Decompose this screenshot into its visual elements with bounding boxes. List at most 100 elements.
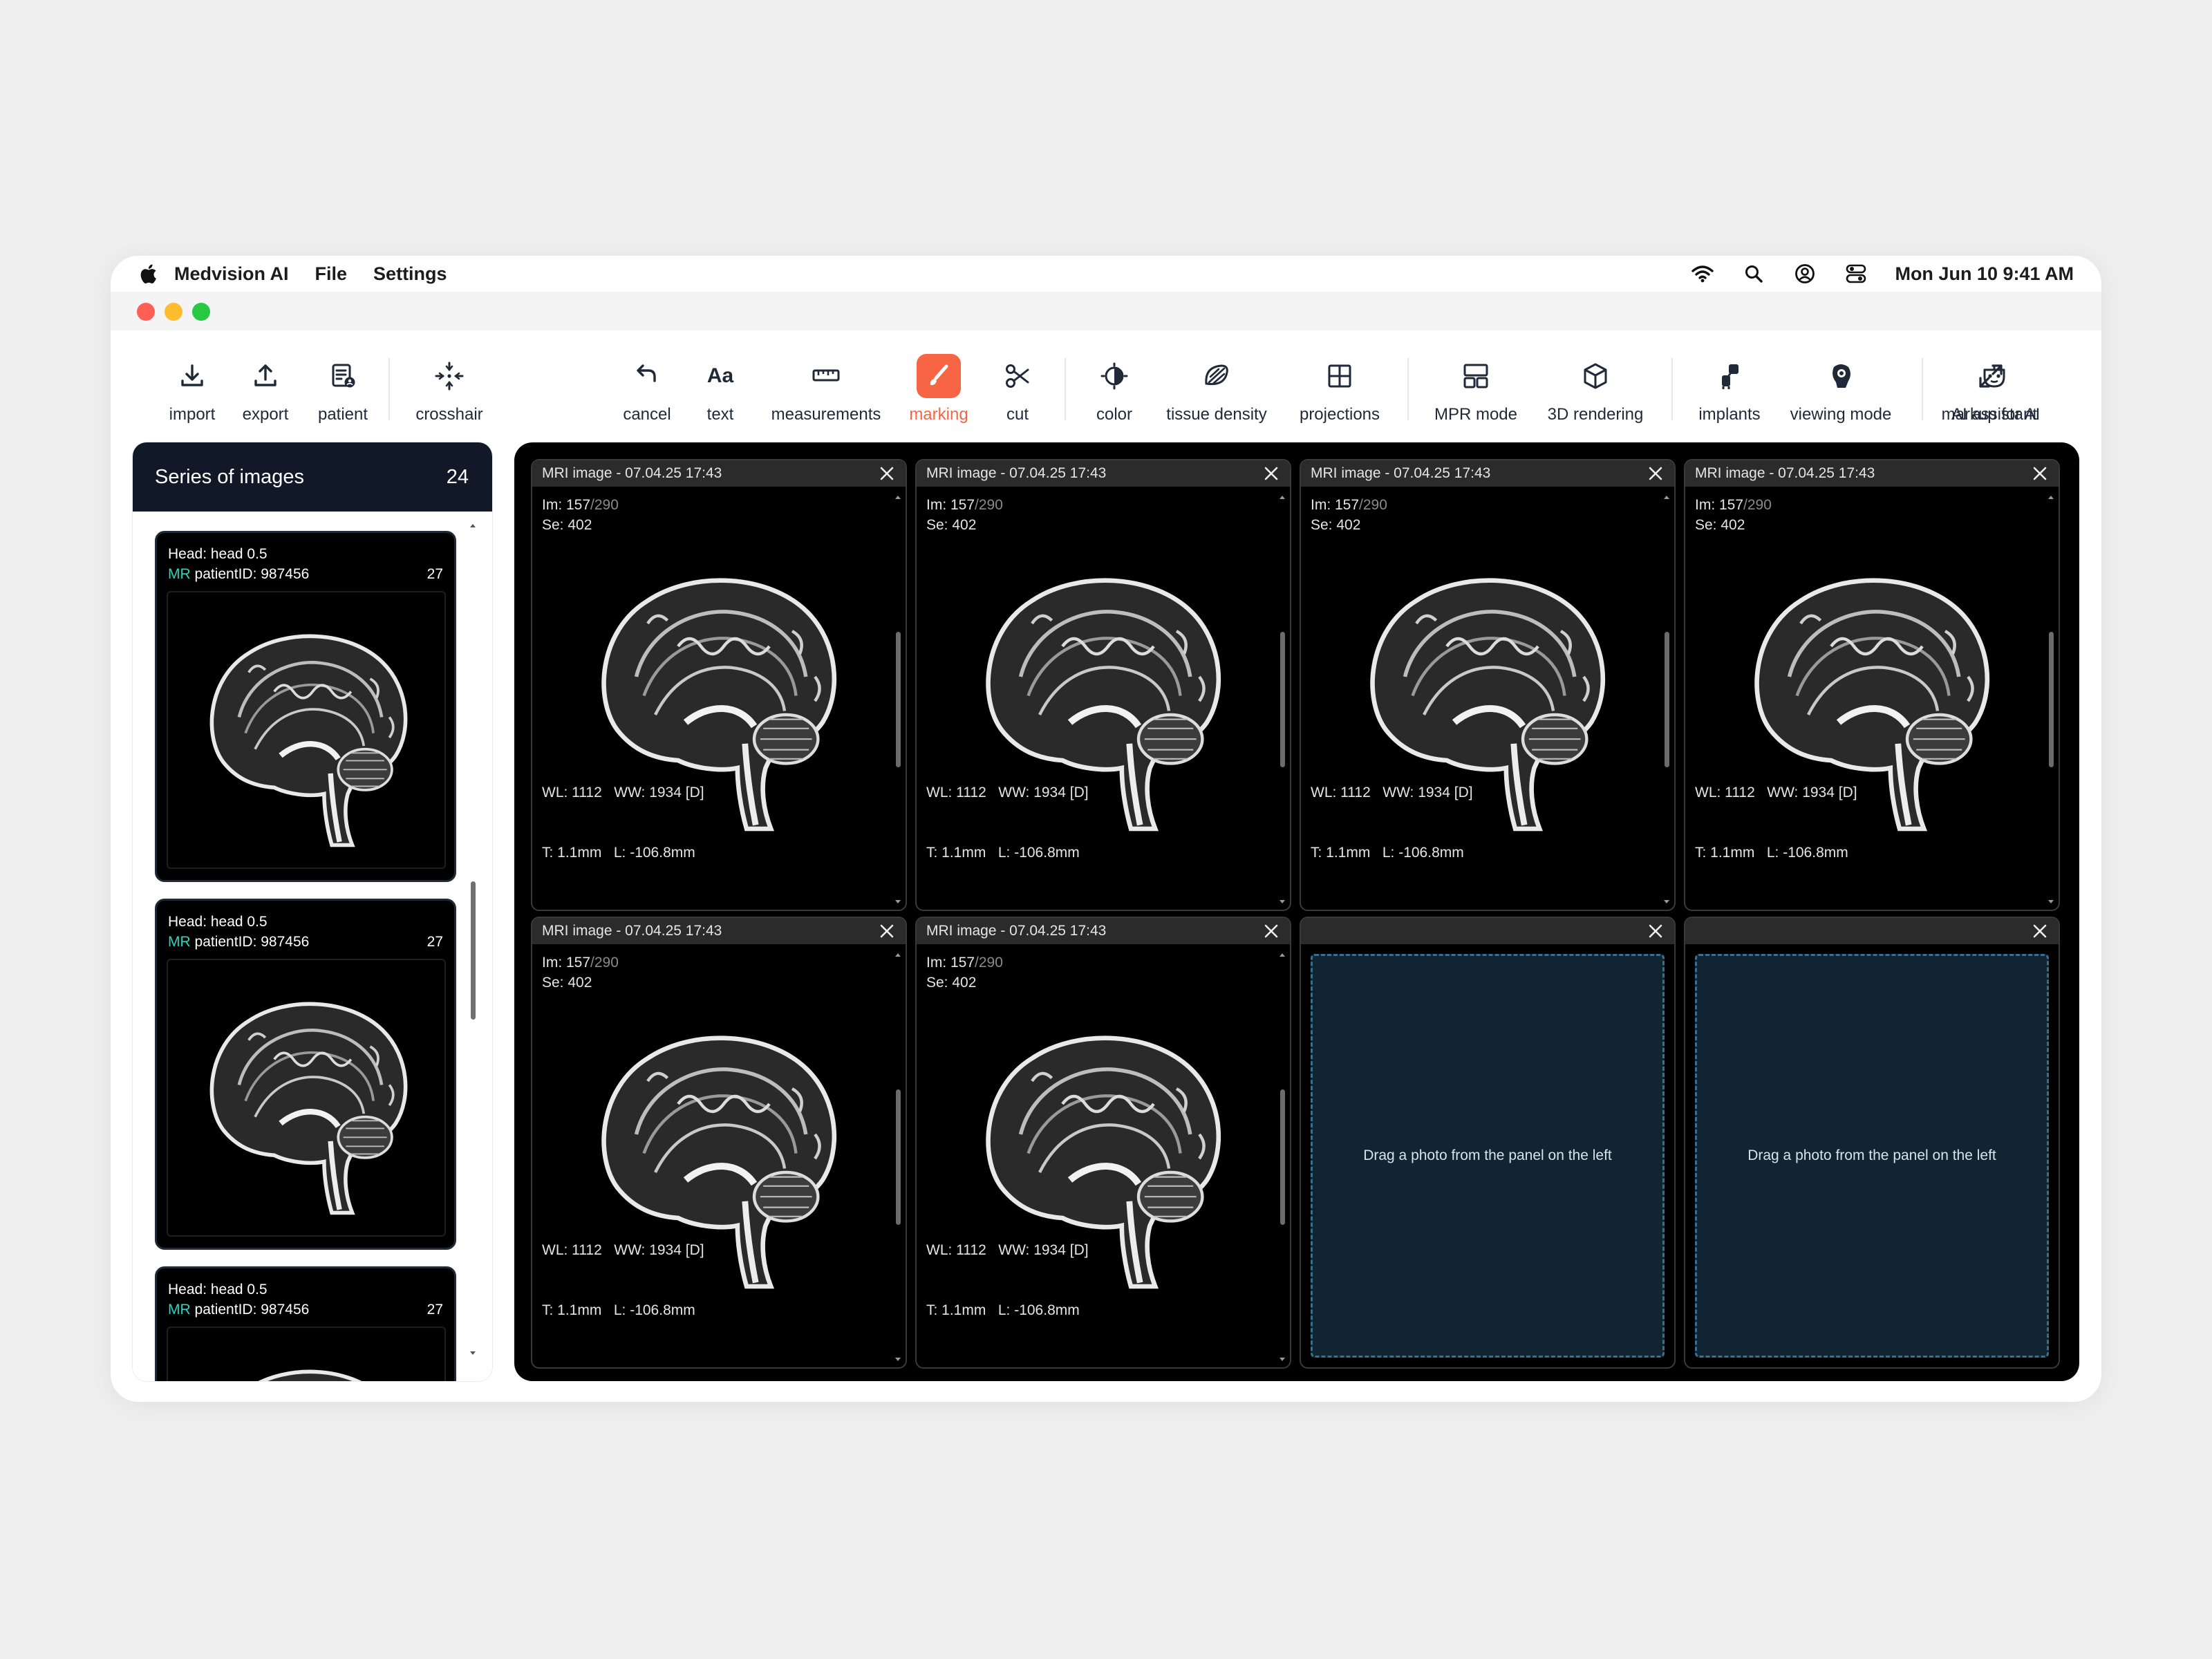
series-list[interactable]: Head: head 0.5 MR patientID: 987456 27 H… <box>133 512 492 1381</box>
viewport-cell[interactable]: MRI image - 07.04.25 17:43 Im: 157/290 S… <box>915 917 1291 1369</box>
viewport-scrollbar[interactable] <box>894 494 901 906</box>
viewport-header: MRI image - 07.04.25 17:43 <box>532 460 906 487</box>
file-menu[interactable]: File <box>315 263 348 285</box>
series-thumbnail[interactable]: Head: head 0.5 MR patientID: 987456 27 <box>155 1266 456 1381</box>
marking-button[interactable]: marking <box>900 330 977 434</box>
close-icon[interactable] <box>2031 465 2049 482</box>
user-icon[interactable] <box>1792 261 1817 286</box>
close-icon[interactable] <box>878 465 896 482</box>
scroll-down-arrow-icon[interactable] <box>894 1356 901 1363</box>
crosshair-icon <box>427 354 471 398</box>
viewport-scrollbar[interactable] <box>894 951 901 1363</box>
3d-rendering-button[interactable]: 3D rendering <box>1533 330 1658 434</box>
viewport-scrollbar[interactable] <box>1663 494 1670 906</box>
tissue-density-icon <box>1194 354 1239 398</box>
viewport-cell[interactable]: MRI image - 07.04.25 17:43 Im: 157/290 S… <box>1300 459 1676 911</box>
viewport-scroll-thumb[interactable] <box>1280 1089 1285 1225</box>
scroll-down-arrow-icon[interactable] <box>1663 899 1670 906</box>
series-thumbnail[interactable]: Head: head 0.5 MR patientID: 987456 27 <box>155 899 456 1250</box>
series-thumbnail[interactable]: Head: head 0.5 MR patientID: 987456 27 <box>155 531 456 882</box>
thumbnail-count: 27 <box>427 934 443 950</box>
scroll-up-arrow-icon[interactable] <box>469 521 477 529</box>
viewport-scroll-thumb[interactable] <box>1665 632 1669 767</box>
scissors-icon <box>995 354 1040 398</box>
markup-for-ai-button[interactable]: markup for AI <box>1929 330 2053 434</box>
viewport-header: MRI image - 07.04.25 17:43 <box>1301 460 1674 487</box>
viewport-scroll-thumb[interactable] <box>896 1089 901 1225</box>
scroll-up-arrow-icon[interactable] <box>894 494 901 500</box>
title-bar <box>111 292 2101 330</box>
close-icon[interactable] <box>1647 922 1665 940</box>
empty-viewport-cell[interactable]: Drag a photo from the panel on the left <box>1300 917 1676 1369</box>
drop-zone-message: Drag a photo from the panel on the left <box>1363 1147 1612 1163</box>
viewport-scrollbar[interactable] <box>2047 494 2054 906</box>
viewport-header: MRI image - 07.04.25 17:43 <box>1685 460 2059 487</box>
viewport-cell[interactable]: MRI image - 07.04.25 17:43 Im: 157/290 S… <box>1684 459 2060 911</box>
drop-zone[interactable]: Drag a photo from the panel on the left <box>1311 954 1665 1358</box>
scroll-down-arrow-icon[interactable] <box>1279 1356 1286 1363</box>
image-index: Im: 157 <box>1695 497 1744 513</box>
apple-icon[interactable] <box>137 262 158 285</box>
viewport-cell[interactable]: MRI image - 07.04.25 17:43 Im: 157/290 S… <box>915 459 1291 911</box>
viewport-cell[interactable]: MRI image - 07.04.25 17:43 Im: 157/290 S… <box>531 459 907 911</box>
color-button[interactable]: color <box>1076 330 1153 434</box>
scroll-down-arrow-icon[interactable] <box>2047 899 2054 906</box>
viewing-mode-button[interactable]: viewing mode <box>1782 330 1900 434</box>
viewport-scrollbar[interactable] <box>1279 951 1286 1363</box>
scroll-up-arrow-icon[interactable] <box>2047 494 2054 500</box>
measurements-button[interactable]: measurements <box>760 330 892 434</box>
cut-label: cut <box>1006 405 1029 424</box>
viewport-scroll-thumb[interactable] <box>896 632 901 767</box>
mpr-mode-button[interactable]: MPR mode <box>1424 330 1528 434</box>
image-index: Im: 157 <box>1311 497 1360 513</box>
empty-viewport-cell[interactable]: Drag a photo from the panel on the left <box>1684 917 2060 1369</box>
search-icon[interactable] <box>1741 261 1766 286</box>
minimize-window-button[interactable] <box>165 303 182 321</box>
text-button[interactable]: Aa text <box>682 330 759 434</box>
close-window-button[interactable] <box>137 303 155 321</box>
viewport-scrollbar[interactable] <box>1279 494 1286 906</box>
projections-button[interactable]: projections <box>1288 330 1391 434</box>
app-name-menu[interactable]: Medvision AI <box>174 263 289 285</box>
close-icon[interactable] <box>2031 922 2049 940</box>
close-icon[interactable] <box>1647 465 1665 482</box>
import-button[interactable]: import <box>153 330 231 434</box>
export-button[interactable]: export <box>227 330 304 434</box>
scroll-down-arrow-icon[interactable] <box>1279 899 1286 906</box>
image-viewer-grid: MRI image - 07.04.25 17:43 Im: 157/290 S… <box>514 442 2079 1381</box>
scroll-up-arrow-icon[interactable] <box>1279 494 1286 500</box>
cut-button[interactable]: cut <box>979 330 1056 434</box>
3d-rendering-label: 3D rendering <box>1547 405 1644 424</box>
text-glyph: Aa <box>706 364 734 387</box>
close-icon[interactable] <box>1262 922 1280 940</box>
scroll-down-arrow-icon[interactable] <box>894 899 901 906</box>
viewport-scroll-thumb[interactable] <box>1280 632 1285 767</box>
series-scrollbar[interactable] <box>469 524 477 1358</box>
implants-button[interactable]: implants <box>1684 330 1775 434</box>
patient-button[interactable]: patient <box>304 330 382 434</box>
cancel-button[interactable]: cancel <box>608 330 686 434</box>
export-label: export <box>242 405 289 424</box>
viewport-cell[interactable]: MRI image - 07.04.25 17:43 Im: 157/290 S… <box>531 917 907 1369</box>
viewport-title: MRI image - 07.04.25 17:43 <box>926 923 1107 939</box>
thickness-location: T: 1.1mm L: -106.8mm <box>542 1302 695 1318</box>
scroll-up-arrow-icon[interactable] <box>1663 494 1670 500</box>
wifi-icon[interactable] <box>1690 261 1715 286</box>
thickness-location: T: 1.1mm L: -106.8mm <box>542 845 695 861</box>
close-icon[interactable] <box>1262 465 1280 482</box>
scroll-up-arrow-icon[interactable] <box>1279 951 1286 958</box>
control-center-icon[interactable] <box>1844 261 1868 286</box>
thumbnail-patient-id: patientID: 987456 <box>194 566 310 582</box>
viewport-scroll-thumb[interactable] <box>2049 632 2054 767</box>
viewport-info-bottom: WL: 1112 WW: 1934 [D] T: 1.1mm L: -106.8… <box>926 1200 1089 1360</box>
drop-zone[interactable]: Drag a photo from the panel on the left <box>1695 954 2049 1358</box>
settings-menu[interactable]: Settings <box>373 263 447 285</box>
scroll-down-arrow-icon[interactable] <box>469 1349 477 1358</box>
text-label: text <box>706 405 734 424</box>
tissue-density-button[interactable]: tissue density <box>1154 330 1279 434</box>
crosshair-button[interactable]: crosshair <box>401 330 498 434</box>
series-scroll-thumb[interactable] <box>471 881 476 1020</box>
close-icon[interactable] <box>878 922 896 940</box>
zoom-window-button[interactable] <box>192 303 210 321</box>
scroll-up-arrow-icon[interactable] <box>894 951 901 958</box>
